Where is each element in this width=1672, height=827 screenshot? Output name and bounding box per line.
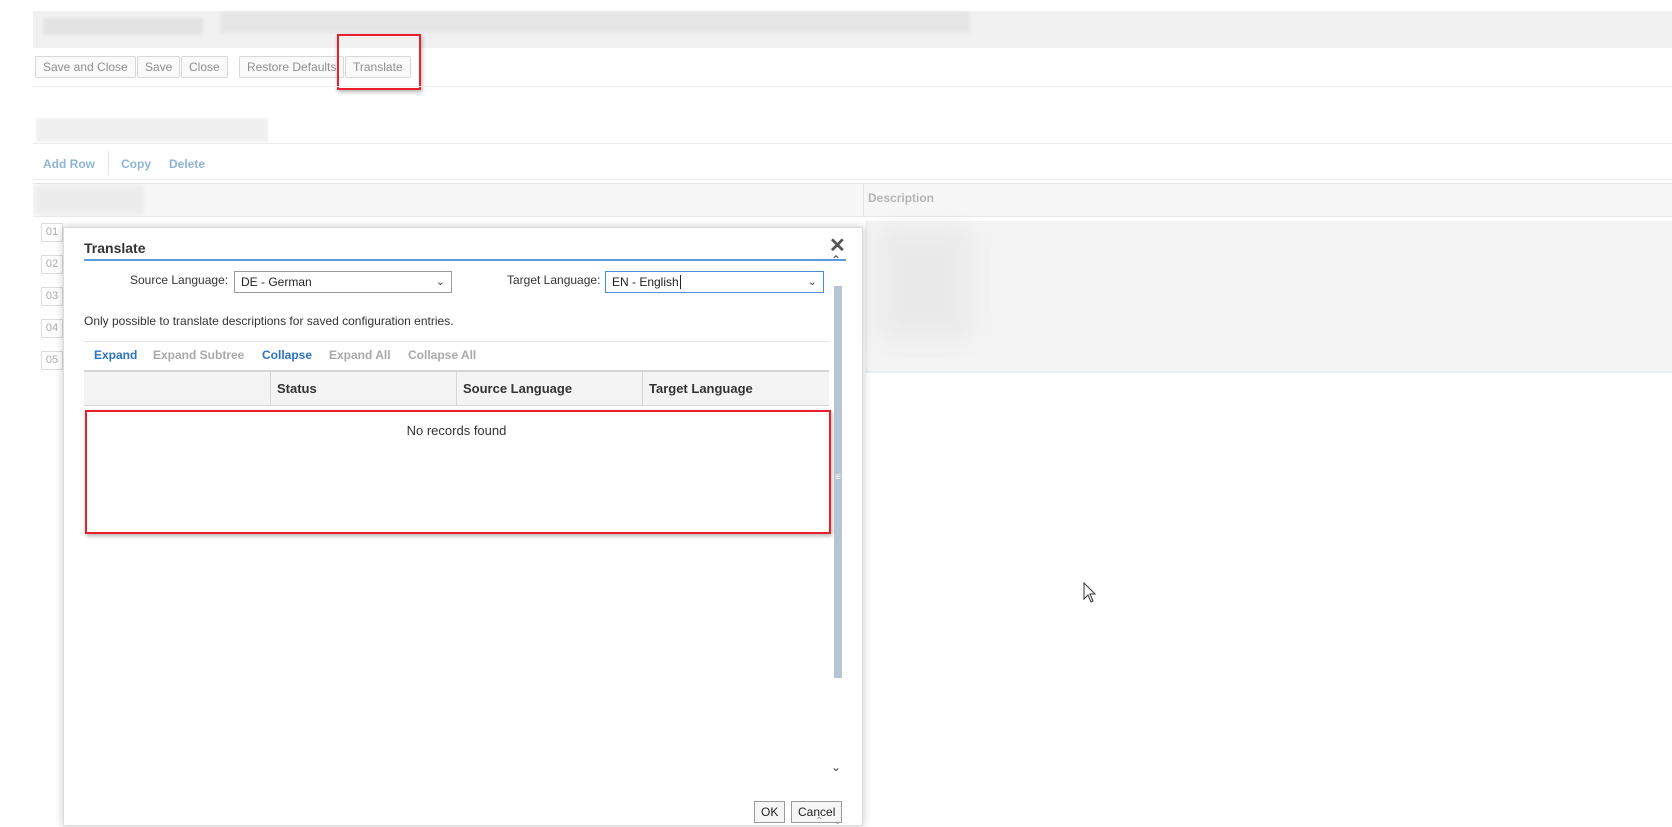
- source-language-label: Source Language:: [130, 273, 229, 287]
- ok-button[interactable]: OK: [754, 801, 786, 823]
- chevron-down-icon: ⌄: [807, 276, 817, 288]
- scroll-down-icon[interactable]: ⌄: [831, 760, 841, 774]
- grid-row-number[interactable]: 01: [41, 223, 63, 242]
- copy-link[interactable]: Copy: [121, 157, 151, 171]
- target-language-value: EN - English: [612, 275, 679, 289]
- redacted-description-cells: [865, 221, 1672, 371]
- translation-note: Only possible to translate descriptions …: [84, 314, 454, 328]
- collapse-all-link[interactable]: Collapse All: [408, 348, 476, 362]
- scrollbar-grip-icon[interactable]: ≡: [835, 473, 841, 483]
- add-row-link[interactable]: Add Row: [43, 157, 95, 171]
- empty-table-message: No records found: [406, 423, 507, 438]
- expand-all-link[interactable]: Expand All: [329, 348, 391, 362]
- chevron-down-icon: ⌄: [435, 276, 445, 288]
- target-language-label: Target Language:: [507, 273, 601, 287]
- status-column-header[interactable]: Status: [270, 372, 456, 406]
- delete-link[interactable]: Delete: [169, 157, 205, 171]
- description-column-header[interactable]: Description: [868, 191, 934, 205]
- redacted-description-blur: [880, 228, 970, 338]
- collapse-link[interactable]: Collapse: [262, 348, 312, 362]
- dialog-title: Translate: [84, 240, 146, 256]
- restore-defaults-button[interactable]: Restore Defaults: [239, 56, 345, 78]
- grid-header: [33, 183, 1672, 217]
- close-button[interactable]: Close: [181, 56, 228, 78]
- actions-divider: [33, 179, 1672, 180]
- translation-table-header: Status Source Language Target Language: [84, 370, 829, 406]
- expand-link[interactable]: Expand: [94, 348, 137, 362]
- redacted-section-title: [36, 118, 268, 142]
- redacted-column-header: [36, 186, 144, 214]
- mouse-cursor-icon: [1083, 582, 1097, 603]
- scroll-up-icon[interactable]: ⌃: [831, 253, 841, 267]
- save-button[interactable]: Save: [137, 56, 181, 78]
- grid-bottom-line: [865, 371, 1672, 373]
- source-language-column-header[interactable]: Source Language: [456, 372, 642, 406]
- grid-row-number[interactable]: 03: [41, 287, 63, 306]
- tree-column-header[interactable]: [84, 372, 270, 406]
- redacted-header-text: [43, 18, 203, 35]
- target-language-column-header[interactable]: Target Language: [642, 372, 829, 406]
- save-and-close-button[interactable]: Save and Close: [35, 56, 136, 78]
- target-language-select[interactable]: EN - English ⌄: [605, 271, 824, 293]
- grid-column-divider: [863, 183, 864, 217]
- resize-handle-icon[interactable]: ⌃⌄: [815, 816, 852, 827]
- text-caret: [679, 275, 681, 289]
- expand-subtree-link[interactable]: Expand Subtree: [153, 348, 244, 362]
- section-divider: [33, 143, 1672, 144]
- grid-row-number[interactable]: 04: [41, 319, 63, 338]
- translate-dialog: Translate ✕ Source Language: DE - German…: [63, 227, 863, 826]
- source-language-value: DE - German: [241, 275, 312, 289]
- toolbar-divider: [33, 86, 1672, 87]
- action-separator: [108, 151, 109, 175]
- grid-row-number[interactable]: 02: [41, 255, 63, 274]
- translate-button[interactable]: Translate: [345, 56, 411, 78]
- source-language-select[interactable]: DE - German ⌄: [234, 271, 452, 293]
- dialog-title-underline: [84, 259, 846, 261]
- grid-row-number[interactable]: 05: [41, 351, 63, 370]
- note-separator: [84, 341, 829, 342]
- redacted-header-title: [220, 12, 970, 33]
